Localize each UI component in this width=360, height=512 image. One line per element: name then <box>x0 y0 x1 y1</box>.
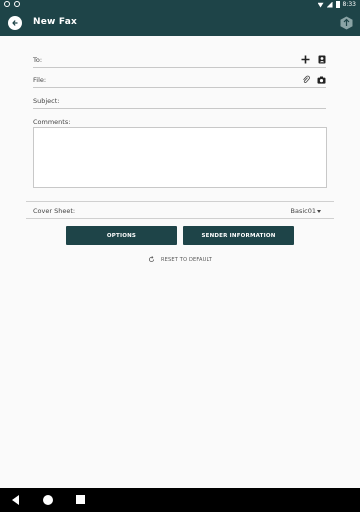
sender-information-button[interactable]: SENDER INFORMATION <box>183 226 294 245</box>
send-fax-icon <box>340 16 352 29</box>
reset-icon <box>149 256 154 262</box>
plus-icon[interactable] <box>301 55 310 64</box>
page-title: New Fax <box>33 17 77 27</box>
navigation-bar <box>0 488 360 512</box>
cover-sheet-value[interactable]: Basic01 <box>291 207 316 215</box>
contacts-icon[interactable] <box>317 55 326 64</box>
reset-label: RESET TO DEFAULT <box>161 256 213 263</box>
file-label: File: <box>33 76 47 84</box>
send-fax-button[interactable] <box>339 15 353 30</box>
comments-label: Comments: <box>33 118 71 126</box>
to-label: To: <box>33 56 43 64</box>
cover-sheet-label: Cover Sheet: <box>33 207 76 215</box>
app-bar: New Fax <box>0 10 360 36</box>
battery-icon <box>335 1 340 8</box>
comments-textarea[interactable] <box>33 127 327 188</box>
notification-icon <box>14 1 20 7</box>
nav-recents-icon[interactable] <box>76 495 85 504</box>
back-button[interactable] <box>8 16 22 30</box>
file-field[interactable]: File: <box>33 72 326 88</box>
reset-to-default-button[interactable]: RESET TO DEFAULT <box>148 255 212 264</box>
chevron-down-icon[interactable] <box>317 210 321 213</box>
to-field[interactable]: To: <box>33 52 326 68</box>
nav-back-icon[interactable] <box>12 495 19 505</box>
nav-home-icon[interactable] <box>43 495 53 505</box>
notification-icon <box>4 1 10 7</box>
back-arrow-icon <box>12 20 18 26</box>
signal-icon <box>326 1 333 8</box>
camera-icon[interactable] <box>317 75 326 84</box>
paperclip-icon[interactable] <box>301 75 310 84</box>
cover-sheet-selector[interactable]: Cover Sheet: Basic01 <box>26 201 334 219</box>
wifi-icon <box>317 2 324 8</box>
status-bar: 8:33 <box>0 0 360 10</box>
status-time: 8:33 <box>342 1 356 8</box>
options-button[interactable]: OPTIONS <box>66 226 177 245</box>
subject-field[interactable]: Subject: <box>33 93 326 109</box>
subject-label: Subject: <box>33 97 60 105</box>
